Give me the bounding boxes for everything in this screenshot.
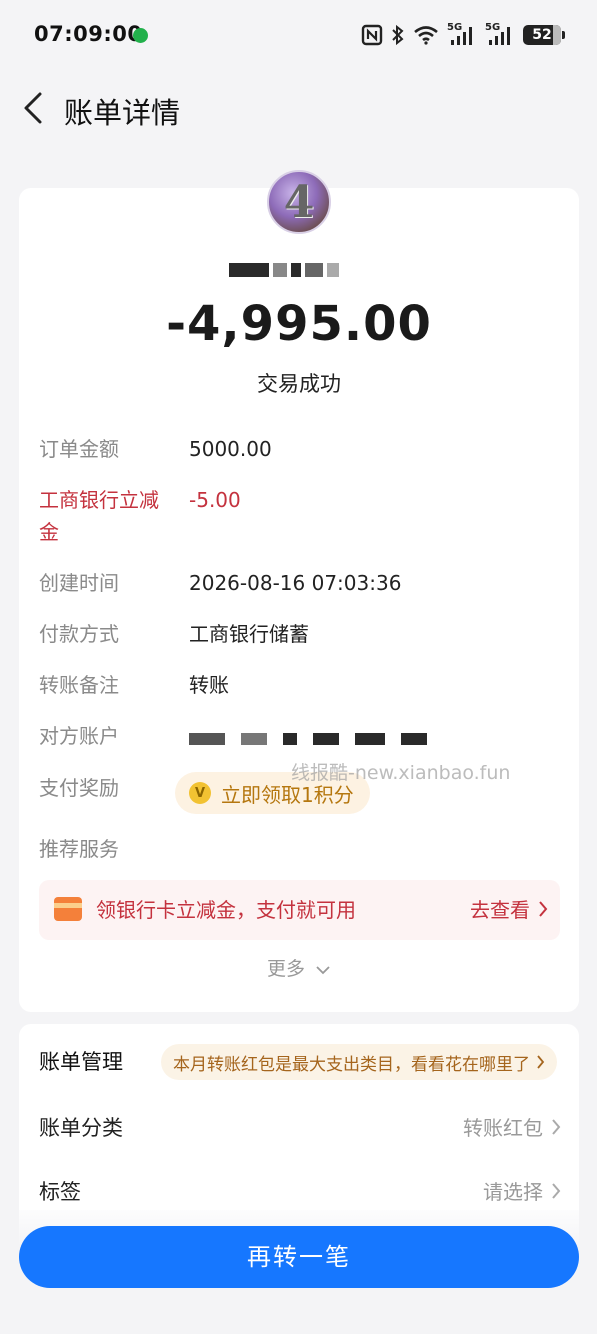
chevron-right-icon xyxy=(552,1118,561,1135)
created-time-value: 2026-08-16 07:03:36 xyxy=(189,571,402,595)
coin-icon: V xyxy=(189,782,211,804)
transaction-card: 4 -4,995.00 交易成功 订单金额 5000.00 工商银行立减金 -5… xyxy=(19,170,579,1012)
status-icons: 5G 5G 52 xyxy=(361,22,565,48)
bank-card-promo[interactable]: 领银行卡立减金，支付就可用 去查看 xyxy=(39,880,560,940)
chevron-left-icon xyxy=(24,92,42,124)
tag-row[interactable]: 标签 请选择 xyxy=(39,1172,561,1212)
nav-bar: 账单详情 xyxy=(0,72,597,142)
bluetooth-icon xyxy=(392,24,404,46)
wifi-icon xyxy=(414,26,438,45)
promo-text: 领银行卡立减金，支付就可用 xyxy=(96,898,356,922)
bill-management-title: 账单管理 xyxy=(39,1050,123,1074)
payment-reward-label: 支付奖励 xyxy=(39,776,119,800)
promo-view-link[interactable]: 去查看 xyxy=(470,894,548,923)
transaction-status: 交易成功 xyxy=(257,372,341,396)
chevron-right-icon xyxy=(539,900,548,917)
payee-name-masked xyxy=(229,258,355,282)
bill-category-value: 转账红包 xyxy=(463,1112,561,1141)
bill-category-label: 账单分类 xyxy=(39,1116,123,1140)
back-button[interactable] xyxy=(18,88,52,128)
page-title: 账单详情 xyxy=(64,96,181,130)
counterparty-account-label: 对方账户 xyxy=(39,724,119,748)
tag-label: 标签 xyxy=(39,1180,81,1204)
transaction-amount: -4,995.00 xyxy=(166,296,432,352)
recommended-services-label: 推荐服务 xyxy=(39,837,119,861)
transfer-note-value: 转账 xyxy=(189,673,229,697)
chevron-down-icon xyxy=(316,966,330,975)
payment-method-value: 工商银行储蓄 xyxy=(189,622,309,646)
battery-level: 52 xyxy=(532,27,552,43)
status-time: 07:09:00 xyxy=(34,22,143,46)
nfc-icon xyxy=(361,24,383,46)
counterparty-account-masked xyxy=(189,728,479,750)
status-bar: 07:09:00 5G 5G 52 xyxy=(0,0,597,72)
more-button[interactable]: 更多 xyxy=(19,954,579,981)
watermark: 线报酷-new.xianbao.fun xyxy=(291,762,511,784)
tag-value: 请选择 xyxy=(483,1176,561,1205)
discount-value: -5.00 xyxy=(189,488,241,512)
signal-5g-1-icon: 5G xyxy=(447,22,477,46)
created-time-label: 创建时间 xyxy=(39,571,119,595)
signal-5g-2-icon: 5G xyxy=(485,22,515,46)
bank-card-icon xyxy=(54,897,82,921)
chevron-right-icon xyxy=(552,1182,561,1199)
messaging-notification-icon xyxy=(133,28,148,43)
order-amount-value: 5000.00 xyxy=(189,437,272,461)
discount-label: 工商银行立减金 xyxy=(39,488,159,544)
order-amount-label: 订单金额 xyxy=(39,437,119,461)
payee-avatar: 4 xyxy=(267,170,331,234)
transfer-note-label: 转账备注 xyxy=(39,673,119,697)
transfer-again-button[interactable]: 再转一笔 xyxy=(19,1226,579,1288)
bill-detail-page: 07:09:00 5G 5G 52 账单详情 4 -4,995.00 交易成功 … xyxy=(0,0,597,1334)
payment-method-label: 付款方式 xyxy=(39,622,119,646)
chevron-right-icon xyxy=(537,1055,545,1069)
battery-icon: 52 xyxy=(523,25,565,45)
spending-insight-tip[interactable]: 本月转账红包是最大支出类目，看看花在哪里了 xyxy=(161,1044,557,1080)
bill-category-row[interactable]: 账单分类 转账红包 xyxy=(39,1108,561,1148)
